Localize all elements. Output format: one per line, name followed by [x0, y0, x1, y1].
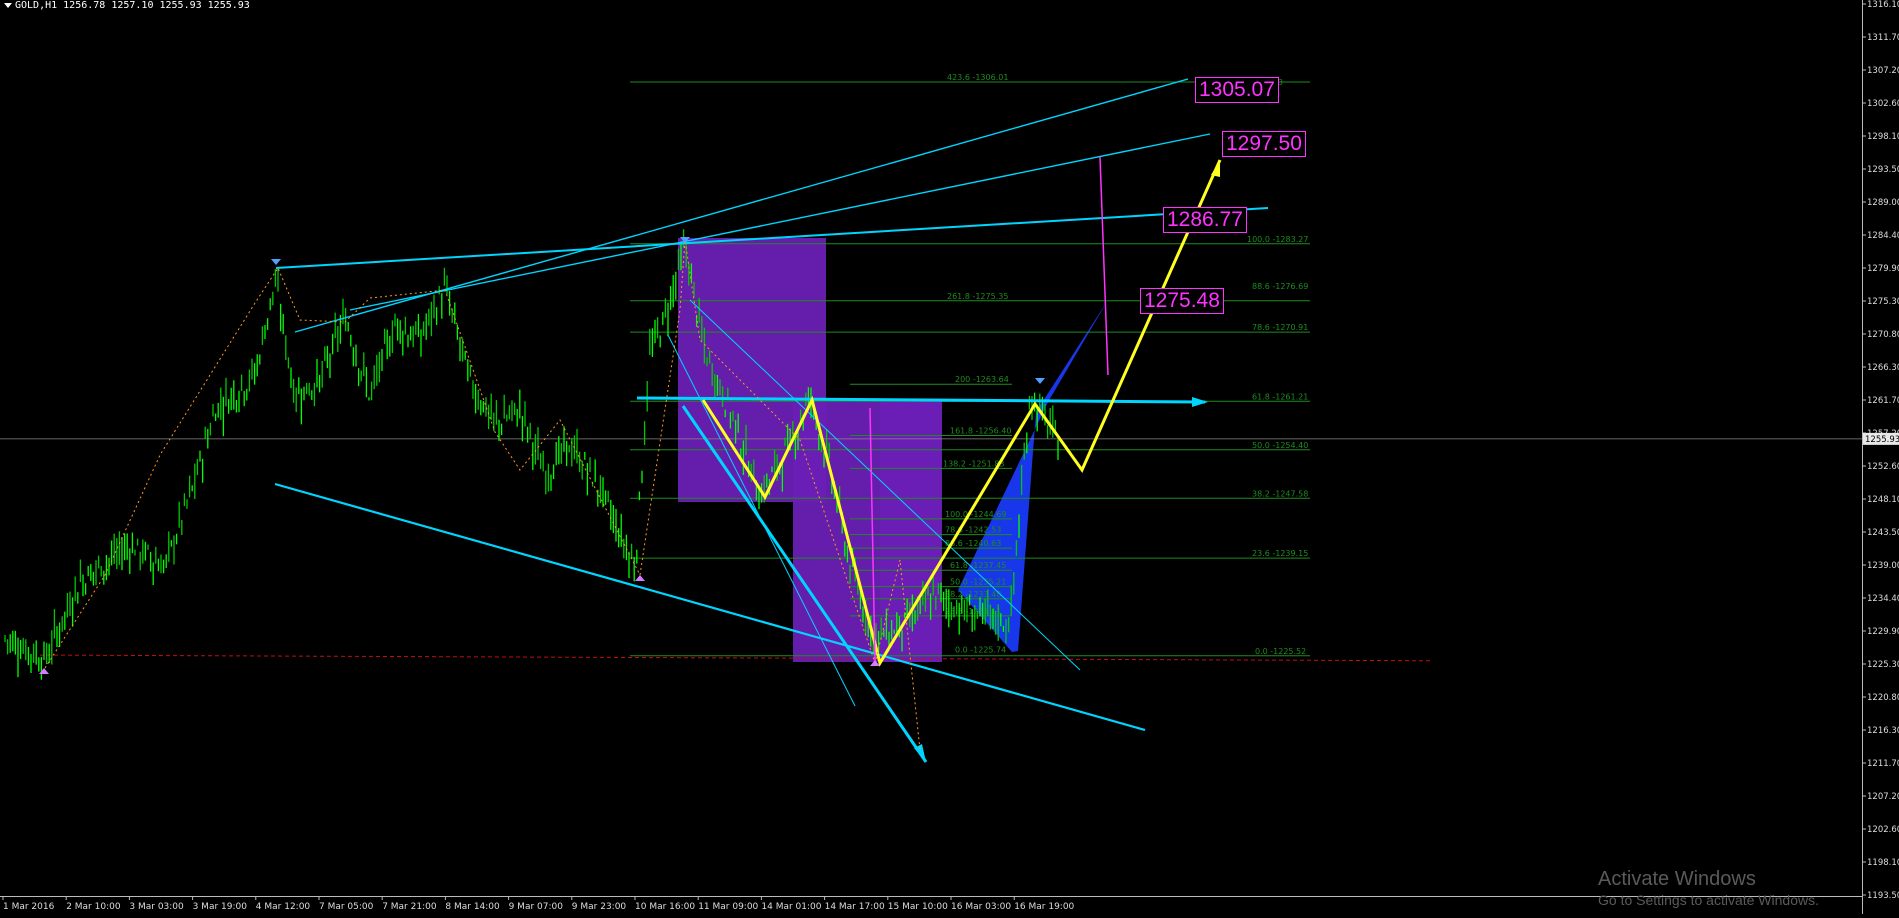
fib-label-2: 100.0 -1283.27 [1247, 235, 1308, 244]
time-scale-canvas: 1 Mar 2016 2 Mar 10:00 3 Mar 03:00 3 Mar 19… [0, 896, 1862, 912]
time-tick-label: 14 Mar 01:00 [761, 902, 821, 912]
price-tick-label: 1302.60 [1867, 99, 1899, 109]
fib-label-15: 23.6 -1239.15 [1252, 549, 1308, 558]
fib-label-5: 78.6 -1270.91 [1252, 323, 1308, 332]
watermark-line2: Go to Settings to activate Windows. [1598, 892, 1819, 908]
fib-label-11: 38.2 -1247.58 [1252, 489, 1308, 498]
fib-label-3: 261.8 -1275.35 [947, 292, 1008, 301]
time-tick-label: 14 Mar 17:00 [825, 902, 885, 912]
time-tick-label: 3 Mar 19:00 [193, 902, 248, 912]
time-tick-label: 2 Mar 10:00 [66, 902, 121, 912]
up-arrow-icon [1211, 160, 1220, 177]
fib-label-13: 78.6 -1242.53 [945, 526, 1001, 535]
time-tick-label: 8 Mar 14:00 [445, 902, 500, 912]
time-tick-label: 9 Mar 23:00 [572, 902, 627, 912]
time-tick-label: 16 Mar 19:00 [1014, 902, 1074, 912]
price-tick-label: 1202.60 [1867, 825, 1899, 835]
price-tick-label: 1293.50 [1867, 165, 1899, 175]
symbol-header-text: GOLD,H1 1256.78 1257.10 1255.93 1255.93 [15, 0, 250, 11]
price-tick-label: 1234.40 [1867, 594, 1899, 604]
collapse-triangle-icon[interactable] [4, 2, 12, 8]
purple-zone-2 [880, 400, 942, 662]
time-tick-label: 7 Mar 05:00 [319, 902, 374, 912]
time-scale[interactable]: 1 Mar 2016 2 Mar 10:00 3 Mar 03:00 3 Mar 19… [0, 896, 1862, 914]
price-tick-label: 1307.20 [1867, 66, 1899, 76]
fib-label-18: 38.2 -1233.48 [945, 590, 1001, 599]
price-tick-label: 1261.70 [1867, 396, 1899, 406]
symbol-header: GOLD,H1 1256.78 1257.10 1255.93 1255.93 [4, 0, 250, 11]
price-tick-label: 1270.80 [1867, 330, 1899, 340]
fib-label-21: 0.0 -1225.52 [1255, 647, 1306, 656]
time-tick-label: 4 Mar 12:00 [256, 902, 311, 912]
fib-label-20: 0.0 -1225.74 [955, 645, 1006, 654]
price-tick-label: 1316.10 [1867, 0, 1899, 10]
price-tick-label: 1211.70 [1867, 759, 1899, 769]
price-tick-label: 1311.70 [1867, 33, 1899, 43]
price-tick-label: 1289.00 [1867, 198, 1899, 208]
time-tick-label: 3 Mar 03:00 [129, 902, 184, 912]
target-badge-3: 1275.48 [1140, 287, 1224, 314]
time-tick-label: 16 Mar 03:00 [951, 902, 1011, 912]
fib-label-6: 200 -1263.64 [955, 375, 1009, 384]
fib-label-12: 100.0 -1244.69 [945, 510, 1006, 519]
target-line-1 [1099, 156, 1109, 376]
price-tick-label: 1229.90 [1867, 627, 1899, 637]
chart-canvas[interactable]: 423.6 -1306.01-1305.33100.0 -1283.27261.… [0, 0, 1862, 896]
price-tick-label: 1216.30 [1867, 726, 1899, 736]
time-tick-label: 15 Mar 10:00 [888, 902, 948, 912]
price-tick-label: 1243.50 [1867, 528, 1899, 538]
price-chart[interactable]: 423.6 -1306.01-1305.33100.0 -1283.27261.… [0, 0, 1862, 896]
fractal-marker-icon [271, 259, 281, 265]
time-tick-label: 7 Mar 21:00 [382, 902, 437, 912]
fractal-marker-icon [635, 575, 645, 581]
fractal-marker-icon [1035, 378, 1045, 384]
time-tick-label: 9 Mar 07:00 [509, 902, 564, 912]
price-tick-label: 1279.90 [1867, 264, 1899, 274]
price-tick-label: 1225.30 [1867, 660, 1899, 670]
target-badge-0: 1305.07 [1195, 76, 1279, 103]
fib-label-16: 61.8 -1237.45 [950, 561, 1006, 570]
price-tick-label: 1298.10 [1867, 132, 1899, 142]
fractal-marker-icon [39, 668, 49, 674]
target-badge-2: 1286.77 [1163, 207, 1247, 234]
right-arrow-icon [1192, 397, 1208, 407]
watermark-line1: Activate Windows [1598, 868, 1756, 890]
price-scale[interactable]: 1316.10 1311.70 1307.20 1302.60 1298.10 1293.… [1862, 0, 1899, 914]
target-badge-1: 1297.50 [1222, 130, 1306, 157]
price-tick-label: 1252.60 [1867, 462, 1899, 472]
price-scale-canvas: 1316.10 1311.70 1307.20 1302.60 1298.10 1293.… [1862, 0, 1899, 914]
current-price-label: 1255.93 [1865, 435, 1899, 445]
fib-label-4: 88.6 -1276.69 [1252, 282, 1308, 291]
activate-windows-watermark: Activate Windows Go to Settings to activ… [1598, 868, 1819, 908]
price-tick-label: 1193.50 [1867, 891, 1899, 901]
fib-label-10: 138.2 -1251.83 [943, 459, 1004, 468]
time-tick-label: 1 Mar 2016 [3, 902, 55, 912]
price-tick-label: 1284.40 [1867, 231, 1899, 241]
fib-label-8: 161.8 -1256.40 [950, 427, 1011, 436]
price-tick-label: 1275.30 [1867, 297, 1899, 307]
fib-label-0: 423.6 -1306.01 [947, 73, 1008, 82]
price-tick-label: 1207.20 [1867, 792, 1899, 802]
time-tick-label: 11 Mar 09:00 [698, 902, 758, 912]
price-tick-label: 1220.80 [1867, 693, 1899, 703]
price-tick-label: 1248.10 [1867, 495, 1899, 505]
fib-label-9: 50.0 -1254.40 [1252, 441, 1308, 450]
fib-label-17: 50.0 -1235.21 [950, 578, 1006, 587]
price-tick-label: 1266.30 [1867, 363, 1899, 373]
price-tick-label: 1239.00 [1867, 561, 1899, 571]
time-tick-label: 10 Mar 16:00 [635, 902, 695, 912]
price-tick-label: 1198.10 [1867, 858, 1899, 868]
fib-label-7: 61.8 -1261.21 [1252, 392, 1308, 401]
